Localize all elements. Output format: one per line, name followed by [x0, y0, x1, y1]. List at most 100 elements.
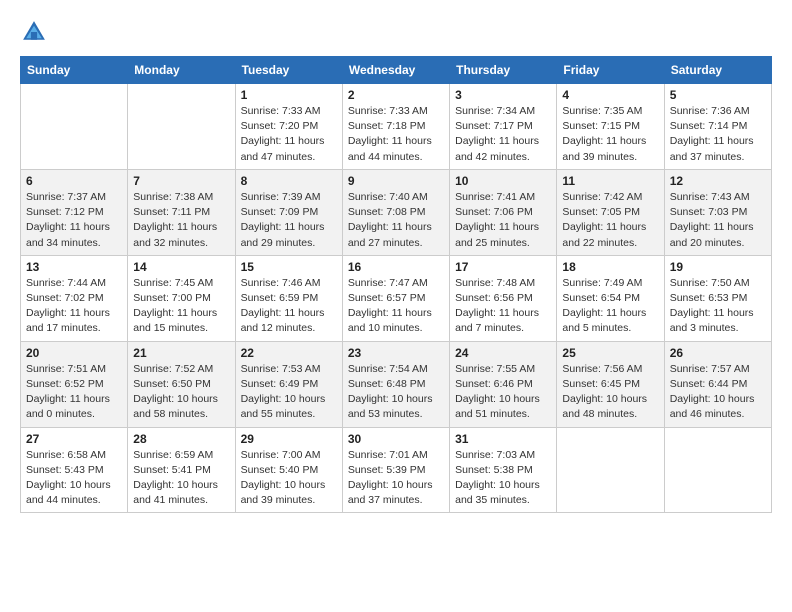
calendar-cell: 30 Sunrise: 7:01 AM Sunset: 5:39 PM Dayli… [342, 427, 449, 513]
day-number: 12 [670, 174, 766, 188]
header [20, 18, 772, 46]
sun-info: Sunrise: 7:38 AM Sunset: 7:11 PM Dayligh… [133, 190, 229, 251]
day-number: 6 [26, 174, 122, 188]
day-number: 4 [562, 88, 658, 102]
sun-info: Sunrise: 6:58 AM Sunset: 5:43 PM Dayligh… [26, 448, 122, 509]
day-number: 17 [455, 260, 551, 274]
sun-info: Sunrise: 7:33 AM Sunset: 7:20 PM Dayligh… [241, 104, 337, 165]
sun-info: Sunrise: 7:37 AM Sunset: 7:12 PM Dayligh… [26, 190, 122, 251]
col-monday: Monday [128, 57, 235, 84]
sun-info: Sunrise: 7:56 AM Sunset: 6:45 PM Dayligh… [562, 362, 658, 423]
calendar-header-row: Sunday Monday Tuesday Wednesday Thursday… [21, 57, 772, 84]
day-number: 28 [133, 432, 229, 446]
calendar-cell: 28 Sunrise: 6:59 AM Sunset: 5:41 PM Dayli… [128, 427, 235, 513]
calendar-table: Sunday Monday Tuesday Wednesday Thursday… [20, 56, 772, 513]
calendar-cell [128, 84, 235, 170]
sun-info: Sunrise: 6:59 AM Sunset: 5:41 PM Dayligh… [133, 448, 229, 509]
sun-info: Sunrise: 7:41 AM Sunset: 7:06 PM Dayligh… [455, 190, 551, 251]
day-number: 22 [241, 346, 337, 360]
col-tuesday: Tuesday [235, 57, 342, 84]
calendar-cell: 7 Sunrise: 7:38 AM Sunset: 7:11 PM Daylig… [128, 169, 235, 255]
calendar-cell: 15Sunrise: 7:46 AM Sunset: 6:59 PM Dayli… [235, 255, 342, 341]
sun-info: Sunrise: 7:45 AM Sunset: 7:00 PM Dayligh… [133, 276, 229, 337]
calendar-cell [21, 84, 128, 170]
col-thursday: Thursday [450, 57, 557, 84]
sun-info: Sunrise: 7:44 AM Sunset: 7:02 PM Dayligh… [26, 276, 122, 337]
calendar-week-row: 6 Sunrise: 7:37 AM Sunset: 7:12 PM Daylig… [21, 169, 772, 255]
calendar-cell [664, 427, 771, 513]
sun-info: Sunrise: 7:52 AM Sunset: 6:50 PM Dayligh… [133, 362, 229, 423]
sun-info: Sunrise: 7:55 AM Sunset: 6:46 PM Dayligh… [455, 362, 551, 423]
sun-info: Sunrise: 7:00 AM Sunset: 5:40 PM Dayligh… [241, 448, 337, 509]
sun-info: Sunrise: 7:46 AM Sunset: 6:59 PM Dayligh… [241, 276, 337, 337]
calendar-cell: 1 Sunrise: 7:33 AM Sunset: 7:20 PM Daylig… [235, 84, 342, 170]
calendar-cell: 6 Sunrise: 7:37 AM Sunset: 7:12 PM Daylig… [21, 169, 128, 255]
calendar-cell: 11 Sunrise: 7:42 AM Sunset: 7:05 PM Dayli… [557, 169, 664, 255]
sun-info: Sunrise: 7:01 AM Sunset: 5:39 PM Dayligh… [348, 448, 444, 509]
day-number: 31 [455, 432, 551, 446]
col-wednesday: Wednesday [342, 57, 449, 84]
day-number: 21 [133, 346, 229, 360]
col-sunday: Sunday [21, 57, 128, 84]
logo-icon [20, 18, 48, 46]
sun-info: Sunrise: 7:43 AM Sunset: 7:03 PM Dayligh… [670, 190, 766, 251]
calendar-cell: 4Sunrise: 7:35 AM Sunset: 7:15 PM Daylig… [557, 84, 664, 170]
day-number: 30 [348, 432, 444, 446]
day-number: 19 [670, 260, 766, 274]
calendar-cell: 14 Sunrise: 7:45 AM Sunset: 7:00 PM Dayli… [128, 255, 235, 341]
sun-info: Sunrise: 7:03 AM Sunset: 5:38 PM Dayligh… [455, 448, 551, 509]
calendar-cell: 8 Sunrise: 7:39 AM Sunset: 7:09 PM Daylig… [235, 169, 342, 255]
day-number: 29 [241, 432, 337, 446]
sun-info: Sunrise: 7:39 AM Sunset: 7:09 PM Dayligh… [241, 190, 337, 251]
calendar-cell: 18Sunrise: 7:49 AM Sunset: 6:54 PM Dayli… [557, 255, 664, 341]
calendar-cell: 29 Sunrise: 7:00 AM Sunset: 5:40 PM Dayli… [235, 427, 342, 513]
day-number: 26 [670, 346, 766, 360]
day-number: 13 [26, 260, 122, 274]
calendar-cell: 19Sunrise: 7:50 AM Sunset: 6:53 PM Dayli… [664, 255, 771, 341]
sun-info: Sunrise: 7:48 AM Sunset: 6:56 PM Dayligh… [455, 276, 551, 337]
calendar-cell: 20Sunrise: 7:51 AM Sunset: 6:52 PM Dayli… [21, 341, 128, 427]
calendar-cell: 24 Sunrise: 7:55 AM Sunset: 6:46 PM Dayli… [450, 341, 557, 427]
day-number: 11 [562, 174, 658, 188]
day-number: 16 [348, 260, 444, 274]
day-number: 7 [133, 174, 229, 188]
sun-info: Sunrise: 7:57 AM Sunset: 6:44 PM Dayligh… [670, 362, 766, 423]
calendar-cell: 3 Sunrise: 7:34 AM Sunset: 7:17 PM Daylig… [450, 84, 557, 170]
calendar-cell: 27Sunrise: 6:58 AM Sunset: 5:43 PM Dayli… [21, 427, 128, 513]
sun-info: Sunrise: 7:49 AM Sunset: 6:54 PM Dayligh… [562, 276, 658, 337]
calendar-cell: 26 Sunrise: 7:57 AM Sunset: 6:44 PM Dayli… [664, 341, 771, 427]
sun-info: Sunrise: 7:33 AM Sunset: 7:18 PM Dayligh… [348, 104, 444, 165]
day-number: 14 [133, 260, 229, 274]
day-number: 9 [348, 174, 444, 188]
sun-info: Sunrise: 7:42 AM Sunset: 7:05 PM Dayligh… [562, 190, 658, 251]
calendar-week-row: 20Sunrise: 7:51 AM Sunset: 6:52 PM Dayli… [21, 341, 772, 427]
calendar-cell: 10 Sunrise: 7:41 AM Sunset: 7:06 PM Dayli… [450, 169, 557, 255]
day-number: 23 [348, 346, 444, 360]
calendar-cell: 23 Sunrise: 7:54 AM Sunset: 6:48 PM Dayli… [342, 341, 449, 427]
calendar-cell: 9 Sunrise: 7:40 AM Sunset: 7:08 PM Daylig… [342, 169, 449, 255]
sun-info: Sunrise: 7:34 AM Sunset: 7:17 PM Dayligh… [455, 104, 551, 165]
logo [20, 18, 50, 46]
calendar-cell: 17 Sunrise: 7:48 AM Sunset: 6:56 PM Dayli… [450, 255, 557, 341]
day-number: 3 [455, 88, 551, 102]
day-number: 1 [241, 88, 337, 102]
day-number: 24 [455, 346, 551, 360]
calendar-week-row: 13 Sunrise: 7:44 AM Sunset: 7:02 PM Dayli… [21, 255, 772, 341]
calendar-cell: 25Sunrise: 7:56 AM Sunset: 6:45 PM Dayli… [557, 341, 664, 427]
day-number: 20 [26, 346, 122, 360]
col-saturday: Saturday [664, 57, 771, 84]
calendar-cell: 16Sunrise: 7:47 AM Sunset: 6:57 PM Dayli… [342, 255, 449, 341]
sun-info: Sunrise: 7:36 AM Sunset: 7:14 PM Dayligh… [670, 104, 766, 165]
day-number: 5 [670, 88, 766, 102]
calendar-cell: 5 Sunrise: 7:36 AM Sunset: 7:14 PM Daylig… [664, 84, 771, 170]
day-number: 2 [348, 88, 444, 102]
day-number: 10 [455, 174, 551, 188]
day-number: 8 [241, 174, 337, 188]
page: Sunday Monday Tuesday Wednesday Thursday… [0, 0, 792, 612]
sun-info: Sunrise: 7:54 AM Sunset: 6:48 PM Dayligh… [348, 362, 444, 423]
sun-info: Sunrise: 7:40 AM Sunset: 7:08 PM Dayligh… [348, 190, 444, 251]
calendar-cell [557, 427, 664, 513]
calendar-week-row: 27Sunrise: 6:58 AM Sunset: 5:43 PM Dayli… [21, 427, 772, 513]
calendar-cell: 12 Sunrise: 7:43 AM Sunset: 7:03 PM Dayli… [664, 169, 771, 255]
sun-info: Sunrise: 7:53 AM Sunset: 6:49 PM Dayligh… [241, 362, 337, 423]
